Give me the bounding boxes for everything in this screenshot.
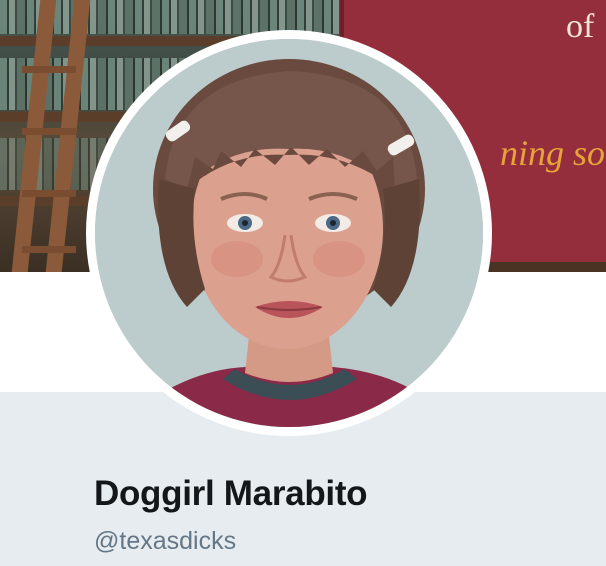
portrait-illustration xyxy=(95,39,483,427)
sign-text-middle: ning so xyxy=(500,133,606,173)
profile-display-name[interactable]: Doggirl Marabito xyxy=(94,474,368,514)
profile-avatar[interactable] xyxy=(86,30,492,436)
avatar-photo xyxy=(95,39,483,427)
profile-handle[interactable]: @texasdicks xyxy=(94,527,236,556)
sign-text-top: of xyxy=(566,8,595,45)
ladder-step xyxy=(22,246,76,253)
ladder-step xyxy=(22,190,76,197)
ladder-step xyxy=(22,66,76,73)
ladder-step xyxy=(22,128,76,135)
